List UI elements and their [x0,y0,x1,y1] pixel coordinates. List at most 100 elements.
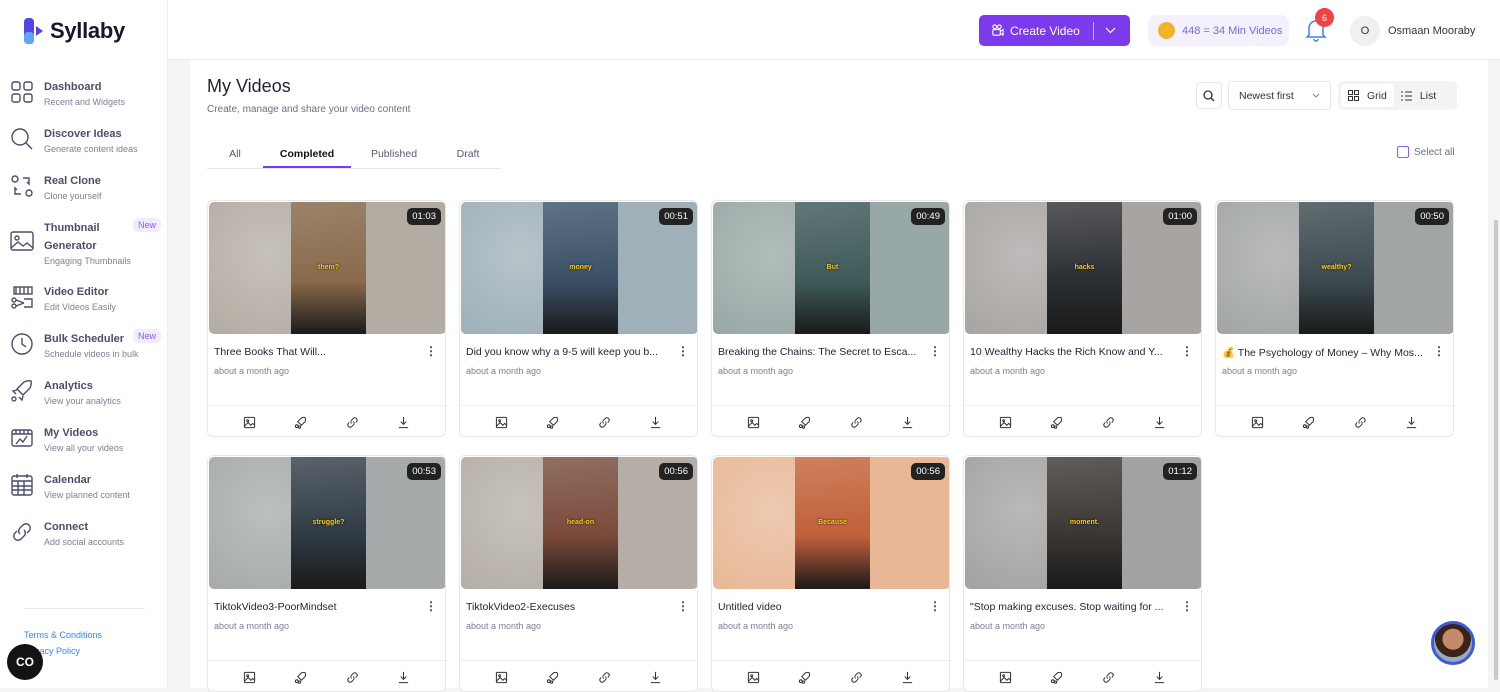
video-card[interactable]: struggle? 00:53 TiktokVideo3-PoorMindset… [207,455,446,692]
user-name[interactable]: Osmaan Mooraby [1388,25,1475,37]
list-view-button[interactable]: List [1394,84,1443,107]
rocket-icon[interactable] [294,415,308,429]
download-icon[interactable] [1404,415,1418,429]
video-card[interactable]: Because 00:56 Untitled video ⋮ about a m… [711,455,950,692]
video-card[interactable]: But 00:49 Breaking the Chains: The Secre… [711,200,950,437]
thumbnail-icon[interactable] [999,415,1013,429]
more-options-icon[interactable]: ⋮ [1181,599,1193,613]
video-title[interactable]: 💰 The Psychology of Money – Why Mos... [1222,346,1427,359]
download-icon[interactable] [1152,415,1166,429]
video-thumbnail[interactable]: struggle? 00:53 [209,457,445,589]
create-video-button[interactable]: Create Video [979,15,1130,46]
video-title[interactable]: 10 Wealthy Hacks the Rich Know and Y... [970,346,1175,358]
link-icon[interactable] [597,670,611,684]
video-card[interactable]: wealthy? 00:50 💰 The Psychology of Money… [1215,200,1454,437]
sidebar-item-calendar[interactable]: Calendar View planned content [10,471,165,501]
sidebar-item-dashboard[interactable]: Dashboard Recent and Widgets [10,78,165,108]
more-options-icon[interactable]: ⋮ [677,599,689,613]
video-thumbnail[interactable]: moment. 01:12 [965,457,1201,589]
select-all-checkbox[interactable]: Select all [1397,146,1455,158]
tab-all[interactable]: All [207,142,263,168]
thumbnail-icon[interactable] [1251,415,1265,429]
sidebar-item-thumbnail-generator[interactable]: Thumbnail Generator Engaging Thumbnails … [10,218,165,267]
video-card[interactable]: moment. 01:12 "Stop making excuses. Stop… [963,455,1202,692]
more-options-icon[interactable]: ⋮ [929,599,941,613]
more-options-icon[interactable]: ⋮ [425,344,437,358]
thumbnail-icon[interactable] [495,670,509,684]
video-thumbnail[interactable]: money 00:51 [461,202,697,334]
video-title[interactable]: Untitled video [718,601,923,613]
more-options-icon[interactable]: ⋮ [1181,344,1193,358]
more-options-icon[interactable]: ⋮ [1433,344,1445,358]
rocket-icon[interactable] [546,415,560,429]
link-icon[interactable] [1101,670,1115,684]
credits-badge[interactable]: 448 = 34 Min Videos [1148,15,1289,46]
sidebar-item-connect[interactable]: Connect Add social accounts [10,518,165,548]
search-button[interactable] [1196,82,1222,109]
video-thumbnail[interactable]: head-on 00:56 [461,457,697,589]
co-button[interactable]: CO [7,644,43,680]
thumbnail-icon[interactable] [243,670,257,684]
video-thumbnail[interactable]: them? 01:03 [209,202,445,334]
video-title[interactable]: Three Books That Will... [214,346,419,358]
video-title[interactable]: TiktokVideo2-Execuses [466,601,671,613]
avatar[interactable]: O [1350,16,1380,46]
link-icon[interactable] [597,415,611,429]
thumbnail-icon[interactable] [999,670,1013,684]
link-icon[interactable] [345,670,359,684]
sidebar-item-bulk-scheduler[interactable]: Bulk Scheduler Schedule videos in bulk N… [10,329,165,360]
sidebar-item-discover-ideas[interactable]: Discover Ideas Generate content ideas [10,125,165,155]
video-title[interactable]: Breaking the Chains: The Secret to Esca.… [718,346,923,358]
sidebar-item-real-clone[interactable]: Real Clone Clone yourself [10,172,165,202]
tab-published[interactable]: Published [351,142,437,168]
download-icon[interactable] [396,415,410,429]
link-icon[interactable] [849,670,863,684]
sort-dropdown[interactable]: Newest first [1228,81,1331,110]
logo[interactable]: Syllaby [22,16,125,46]
download-icon[interactable] [648,415,662,429]
video-title[interactable]: Did you know why a 9-5 will keep you b..… [466,346,671,358]
grid-view-button[interactable]: Grid [1341,84,1394,107]
thumbnail-icon[interactable] [747,415,761,429]
video-title[interactable]: TiktokVideo3-PoorMindset [214,601,419,613]
sidebar-item-analytics[interactable]: Analytics View your analytics [10,377,165,407]
more-options-icon[interactable]: ⋮ [677,344,689,358]
terms-link[interactable]: Terms & Conditions [24,630,102,640]
sidebar-item-video-editor[interactable]: Video Editor Edit Videos Easily [10,283,165,313]
download-icon[interactable] [900,670,914,684]
download-icon[interactable] [396,670,410,684]
video-card[interactable]: head-on 00:56 TiktokVideo2-Execuses ⋮ ab… [459,455,698,692]
download-icon[interactable] [1152,670,1166,684]
sidebar-item-my-videos[interactable]: My Videos View all your videos [10,424,165,454]
rocket-icon[interactable] [1050,415,1064,429]
video-card[interactable]: them? 01:03 Three Books That Will... ⋮ a… [207,200,446,437]
video-card[interactable]: money 00:51 Did you know why a 9-5 will … [459,200,698,437]
rocket-icon[interactable] [294,670,308,684]
tab-draft[interactable]: Draft [437,142,499,168]
video-thumbnail[interactable]: Because 00:56 [713,457,949,589]
video-title[interactable]: "Stop making excuses. Stop waiting for .… [970,601,1175,613]
link-icon[interactable] [1101,415,1115,429]
support-chat-avatar[interactable] [1431,621,1475,665]
link-icon[interactable] [1353,415,1367,429]
thumbnail-icon[interactable] [747,670,761,684]
more-options-icon[interactable]: ⋮ [929,344,941,358]
tab-completed[interactable]: Completed [263,142,351,168]
video-thumbnail[interactable]: wealthy? 00:50 [1217,202,1453,334]
video-thumbnail[interactable]: But 00:49 [713,202,949,334]
thumbnail-icon[interactable] [495,415,509,429]
download-icon[interactable] [648,670,662,684]
rocket-icon[interactable] [798,415,812,429]
rocket-icon[interactable] [798,670,812,684]
video-thumbnail[interactable]: hacks 01:00 [965,202,1201,334]
download-icon[interactable] [900,415,914,429]
rocket-icon[interactable] [546,670,560,684]
chevron-down-icon[interactable] [1105,27,1116,34]
video-card[interactable]: hacks 01:00 10 Wealthy Hacks the Rich Kn… [963,200,1202,437]
scrollbar[interactable] [1494,220,1498,680]
thumbnail-icon[interactable] [243,415,257,429]
link-icon[interactable] [849,415,863,429]
rocket-icon[interactable] [1050,670,1064,684]
rocket-icon[interactable] [1302,415,1316,429]
link-icon[interactable] [345,415,359,429]
